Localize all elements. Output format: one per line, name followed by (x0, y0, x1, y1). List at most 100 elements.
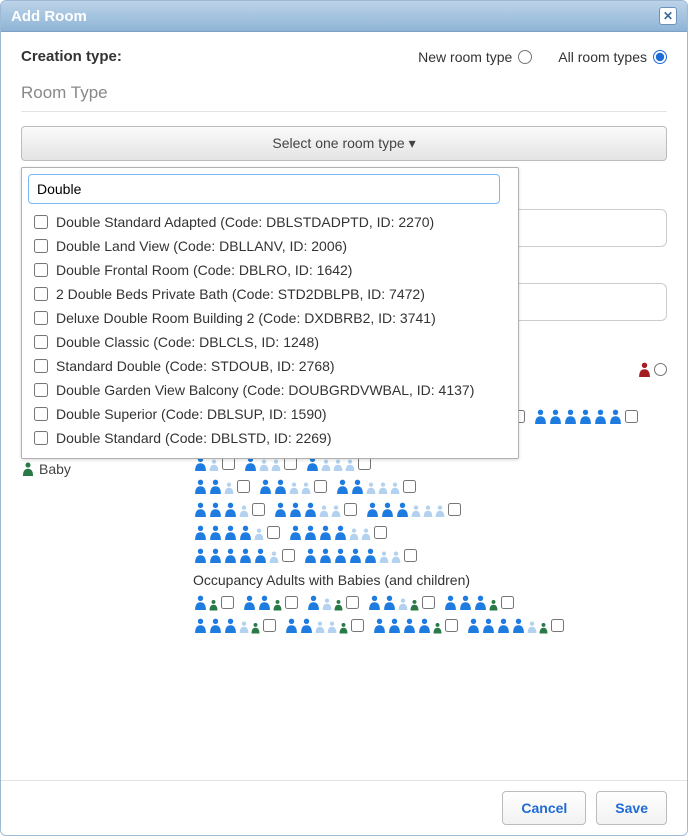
dropdown-option[interactable]: Standard Double (Code: STDOUB, ID: 2768) (34, 354, 506, 378)
occupancy-option[interactable] (284, 617, 364, 634)
occupancy-option[interactable] (242, 594, 298, 611)
occupancy-checkbox[interactable] (501, 596, 514, 609)
person-icon (417, 617, 432, 634)
occupancy-option[interactable] (367, 594, 435, 611)
legend-label: Baby (39, 461, 71, 477)
occupancy-option[interactable] (288, 524, 387, 541)
option-checkbox[interactable] (34, 287, 48, 301)
person-icon (443, 594, 458, 611)
dropdown-option[interactable]: Double Frontal Room (Code: DBLRO, ID: 16… (34, 258, 506, 282)
occupancy-option[interactable] (193, 594, 234, 611)
radio-new-room-type[interactable]: New room type (418, 49, 532, 65)
person-icon (258, 478, 273, 495)
dropdown-option[interactable]: Double Classic (Code: DBLCLS, ID: 1248) (34, 330, 506, 354)
person-icon (348, 527, 360, 541)
person-icon (208, 524, 223, 541)
option-checkbox[interactable] (34, 239, 48, 253)
occupancy-checkbox[interactable] (374, 526, 387, 539)
dropdown-option[interactable]: Double Superior (Code: DBLSUP, ID: 1590) (34, 402, 506, 426)
occupancy-option[interactable] (372, 617, 458, 634)
person-icon (377, 481, 389, 495)
occupancy-option[interactable] (306, 594, 359, 611)
option-checkbox[interactable] (34, 431, 48, 445)
dropdown-option[interactable]: Double Standard Adapted (Code: DBLSTDADP… (34, 210, 506, 234)
occupancy-checkbox[interactable] (267, 526, 280, 539)
person-icon (223, 481, 235, 495)
occupancy-checkbox[interactable] (404, 549, 417, 562)
occupancy-option[interactable] (533, 408, 638, 425)
person-icon (238, 524, 253, 541)
occupancy-option[interactable] (193, 478, 250, 495)
radio-all-room-types[interactable]: All room types (558, 49, 667, 65)
occupancy-checkbox[interactable] (263, 619, 276, 632)
person-icon (432, 622, 443, 634)
person-icon (193, 547, 208, 564)
close-button[interactable]: ✕ (659, 7, 677, 25)
occupancy-option[interactable] (466, 617, 564, 634)
occupancy-option[interactable] (193, 501, 265, 518)
occupancy-option[interactable] (335, 478, 416, 495)
room-type-select[interactable]: Select one room type ▾ (21, 126, 667, 161)
person-icon (21, 462, 35, 476)
occupancy-option[interactable] (365, 501, 461, 518)
person-icon (338, 622, 349, 634)
occupancy-checkbox[interactable] (351, 619, 364, 632)
dropdown-search-input[interactable] (28, 174, 500, 204)
person-icon (389, 481, 401, 495)
person-icon (238, 504, 250, 518)
person-icon (193, 617, 208, 634)
person-icon (326, 620, 338, 634)
person-icon (350, 478, 365, 495)
dropdown-option[interactable]: 2 Double Beds Private Bath (Code: STD2DB… (34, 282, 506, 306)
save-button[interactable]: Save (596, 791, 667, 825)
occupancy-checkbox[interactable] (403, 480, 416, 493)
occupancy-option[interactable] (303, 547, 417, 564)
occupancy-checkbox[interactable] (282, 549, 295, 562)
dropdown-option[interactable]: Double Standard (Code: DBLSTD, ID: 2269) (34, 426, 506, 450)
radio-all-input[interactable] (653, 50, 667, 64)
option-checkbox[interactable] (34, 407, 48, 421)
occupancy-checkbox[interactable] (314, 480, 327, 493)
dropdown-option[interactable]: Double Garden View Balcony (Code: DOUBGR… (34, 378, 506, 402)
occupancy-option[interactable] (443, 594, 514, 611)
dialog-body: Creation type: New room type All room ty… (1, 32, 687, 780)
occupancy-option[interactable] (193, 524, 280, 541)
occupancy-option[interactable] (273, 501, 357, 518)
occupancy-checkbox[interactable] (237, 480, 250, 493)
person-icon (257, 594, 272, 611)
dropdown-option[interactable]: Double Land View (Code: DBLLANV, ID: 200… (34, 234, 506, 258)
divider (21, 111, 667, 112)
occupancy-checkbox[interactable] (346, 596, 359, 609)
person-icon (344, 458, 356, 472)
occupancy-checkbox[interactable] (448, 503, 461, 516)
occupancy-checkbox[interactable] (221, 596, 234, 609)
option-checkbox[interactable] (34, 311, 48, 325)
dropdown-option[interactable]: Deluxe Double Room Building 2 (Code: DXD… (34, 306, 506, 330)
occupancy-option[interactable] (193, 547, 295, 564)
occupancy-checkbox[interactable] (285, 596, 298, 609)
occupancy-checkbox[interactable] (625, 410, 638, 423)
option-checkbox[interactable] (34, 383, 48, 397)
occupancy-checkbox[interactable] (252, 503, 265, 516)
radio-new-input[interactable] (518, 50, 532, 64)
dialog-titlebar: Add Room ✕ (1, 1, 687, 32)
option-checkbox[interactable] (34, 215, 48, 229)
person-icon (365, 481, 377, 495)
dropdown-list[interactable]: Double Standard Adapted (Code: DBLSTDADP… (22, 210, 518, 458)
option-checkbox[interactable] (34, 335, 48, 349)
option-checkbox[interactable] (34, 263, 48, 277)
person-icon (273, 501, 288, 518)
std-occ-1[interactable] (637, 361, 667, 378)
person-icon (253, 527, 265, 541)
occupancy-checkbox[interactable] (445, 619, 458, 632)
std-radio[interactable] (654, 363, 667, 376)
person-icon (284, 617, 299, 634)
occupancy-option[interactable] (258, 478, 327, 495)
occupancy-checkbox[interactable] (551, 619, 564, 632)
option-checkbox[interactable] (34, 359, 48, 373)
cancel-button[interactable]: Cancel (502, 791, 586, 825)
person-icon (332, 458, 344, 472)
occupancy-checkbox[interactable] (422, 596, 435, 609)
occupancy-option[interactable] (193, 617, 276, 634)
occupancy-checkbox[interactable] (344, 503, 357, 516)
